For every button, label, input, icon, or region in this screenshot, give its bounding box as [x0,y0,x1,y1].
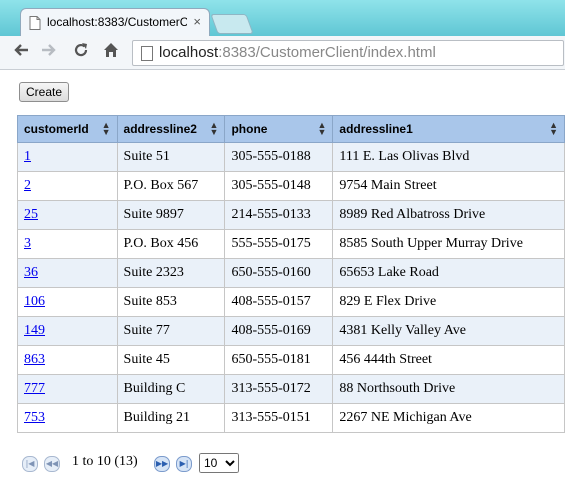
sort-icon[interactable]: ▲ ▼ [549,121,558,137]
reload-icon[interactable] [70,41,92,63]
customer-id-link[interactable]: 777 [24,381,45,396]
pager-info: 1 to 10 (13) [72,454,138,469]
sort-icon[interactable]: ▲ ▼ [102,121,111,137]
cell-addressline1: 8585 South Upper Murray Drive [332,229,565,259]
sort-icon[interactable]: ▲ ▼ [210,121,219,137]
column-header-customerid[interactable]: customerId ▲ ▼ [17,115,118,143]
customer-id-link[interactable]: 753 [24,410,45,425]
cell-customerid: 25 [17,200,118,230]
cell-customerid: 3 [17,229,118,259]
cell-addressline2: Suite 853 [116,287,226,317]
cell-addressline2: P.O. Box 567 [116,171,226,201]
cell-customerid: 777 [17,374,118,404]
cell-phone: 214-555-0133 [224,200,334,230]
customer-id-link[interactable]: 25 [24,207,38,222]
customer-id-link[interactable]: 2 [24,178,31,193]
last-page-icon[interactable]: ▶| [176,456,192,472]
table-row: 106 Suite 853 408-555-0157 829 E Flex Drive [17,287,565,317]
cell-addressline1: 829 E Flex Drive [332,287,565,317]
tab-title: localhost:8383/CustomerC [47,15,187,29]
page-icon [141,46,153,61]
first-page-icon[interactable]: |◀ [22,456,38,472]
cell-addressline2: Suite 45 [116,345,226,375]
cell-customerid: 106 [17,287,118,317]
cell-phone: 650-555-0181 [224,345,334,375]
cell-addressline1: 8989 Red Albatross Drive [332,200,565,230]
column-header-label: addressline2 [123,122,197,136]
sort-icon[interactable]: ▲ ▼ [317,121,326,137]
cell-phone: 313-555-0151 [224,403,334,433]
cell-phone: 408-555-0157 [224,287,334,317]
cell-phone: 555-555-0175 [224,229,334,259]
cell-addressline2: Building 21 [116,403,226,433]
cell-addressline1: 9754 Main Street [332,171,565,201]
cell-addressline1: 111 E. Las Olivas Blvd [332,142,565,172]
column-header-label: phone [231,122,268,136]
column-header-phone[interactable]: phone ▲ ▼ [224,115,334,143]
back-arrow-icon[interactable] [10,41,32,63]
cell-addressline2: Suite 77 [116,316,226,346]
customer-id-link[interactable]: 3 [24,236,31,251]
cell-addressline2: Suite 9897 [116,200,226,230]
previous-page-icon[interactable]: ◀◀ [44,456,60,472]
cell-phone: 650-555-0160 [224,258,334,288]
table-row: 149 Suite 77 408-555-0169 4381 Kelly Valley… [17,316,565,346]
browser-toolbar: localhost:8383/CustomerClient/index.html [0,36,565,70]
cell-addressline1: 2267 NE Michigan Ave [332,403,565,433]
page-icon [29,16,41,30]
cell-customerid: 149 [17,316,118,346]
page-size-select[interactable]: 10 [199,453,239,473]
cell-customerid: 863 [17,345,118,375]
cell-addressline1: 456 444th Street [332,345,565,375]
browser-tab[interactable]: localhost:8383/CustomerC × [20,8,210,37]
home-icon[interactable] [100,41,122,63]
customer-id-link[interactable]: 863 [24,352,45,367]
forward-arrow-icon[interactable] [38,41,60,63]
cell-addressline1: 88 Northsouth Drive [332,374,565,404]
column-header-addressline1[interactable]: addressline1 ▲ ▼ [332,115,565,143]
cell-addressline1: 65653 Lake Road [332,258,565,288]
cell-customerid: 36 [17,258,118,288]
new-tab-button[interactable] [210,14,254,34]
table-row: 777 Building C 313-555-0172 88 Northsouth D… [17,374,565,404]
address-bar[interactable]: localhost:8383/CustomerClient/index.html [132,40,564,66]
customer-id-link[interactable]: 106 [24,294,45,309]
cell-addressline2: Suite 2323 [116,258,226,288]
cell-phone: 408-555-0169 [224,316,334,346]
column-header-label: customerId [24,122,89,136]
cell-addressline2: P.O. Box 456 [116,229,226,259]
customer-table: customerId ▲ ▼ addressline2 ▲ ▼ phone ▲ ▼ address… [17,115,565,433]
customer-id-link[interactable]: 149 [24,323,45,338]
cell-customerid: 753 [17,403,118,433]
cell-phone: 305-555-0188 [224,142,334,172]
table-row: 3 P.O. Box 456 555-555-0175 8585 South Uppe… [17,229,565,259]
next-page-icon[interactable]: ▶▶ [154,456,170,472]
table-row: 36 Suite 2323 650-555-0160 65653 Lake Road [17,258,565,288]
customer-id-link[interactable]: 1 [24,149,31,164]
cell-customerid: 2 [17,171,118,201]
table-row: 2 P.O. Box 567 305-555-0148 9754 Main Stree… [17,171,565,201]
cell-phone: 305-555-0148 [224,171,334,201]
table-header-row: customerId ▲ ▼ addressline2 ▲ ▼ phone ▲ ▼ address… [17,115,565,143]
cell-customerid: 1 [17,142,118,172]
cell-addressline1: 4381 Kelly Valley Ave [332,316,565,346]
column-header-label: addressline1 [339,122,413,136]
table-row: 25 Suite 9897 214-555-0133 8989 Red Albatro… [17,200,565,230]
table-row: 863 Suite 45 650-555-0181 456 444th Street [17,345,565,375]
cell-addressline2: Building C [116,374,226,404]
column-header-addressline2[interactable]: addressline2 ▲ ▼ [116,115,226,143]
url-text[interactable]: localhost:8383/CustomerClient/index.html [159,44,436,61]
create-button[interactable]: Create [19,82,70,102]
close-icon[interactable]: × [193,14,201,29]
browser-tab-strip: localhost:8383/CustomerC × [0,0,565,37]
customer-id-link[interactable]: 36 [24,265,38,280]
table-row: 753 Building 21 313-555-0151 2267 NE Michig… [17,403,565,433]
cell-phone: 313-555-0172 [224,374,334,404]
table-row: 1 Suite 51 305-555-0188 111 E. Las Olivas B… [17,142,565,172]
cell-addressline2: Suite 51 [116,142,226,172]
